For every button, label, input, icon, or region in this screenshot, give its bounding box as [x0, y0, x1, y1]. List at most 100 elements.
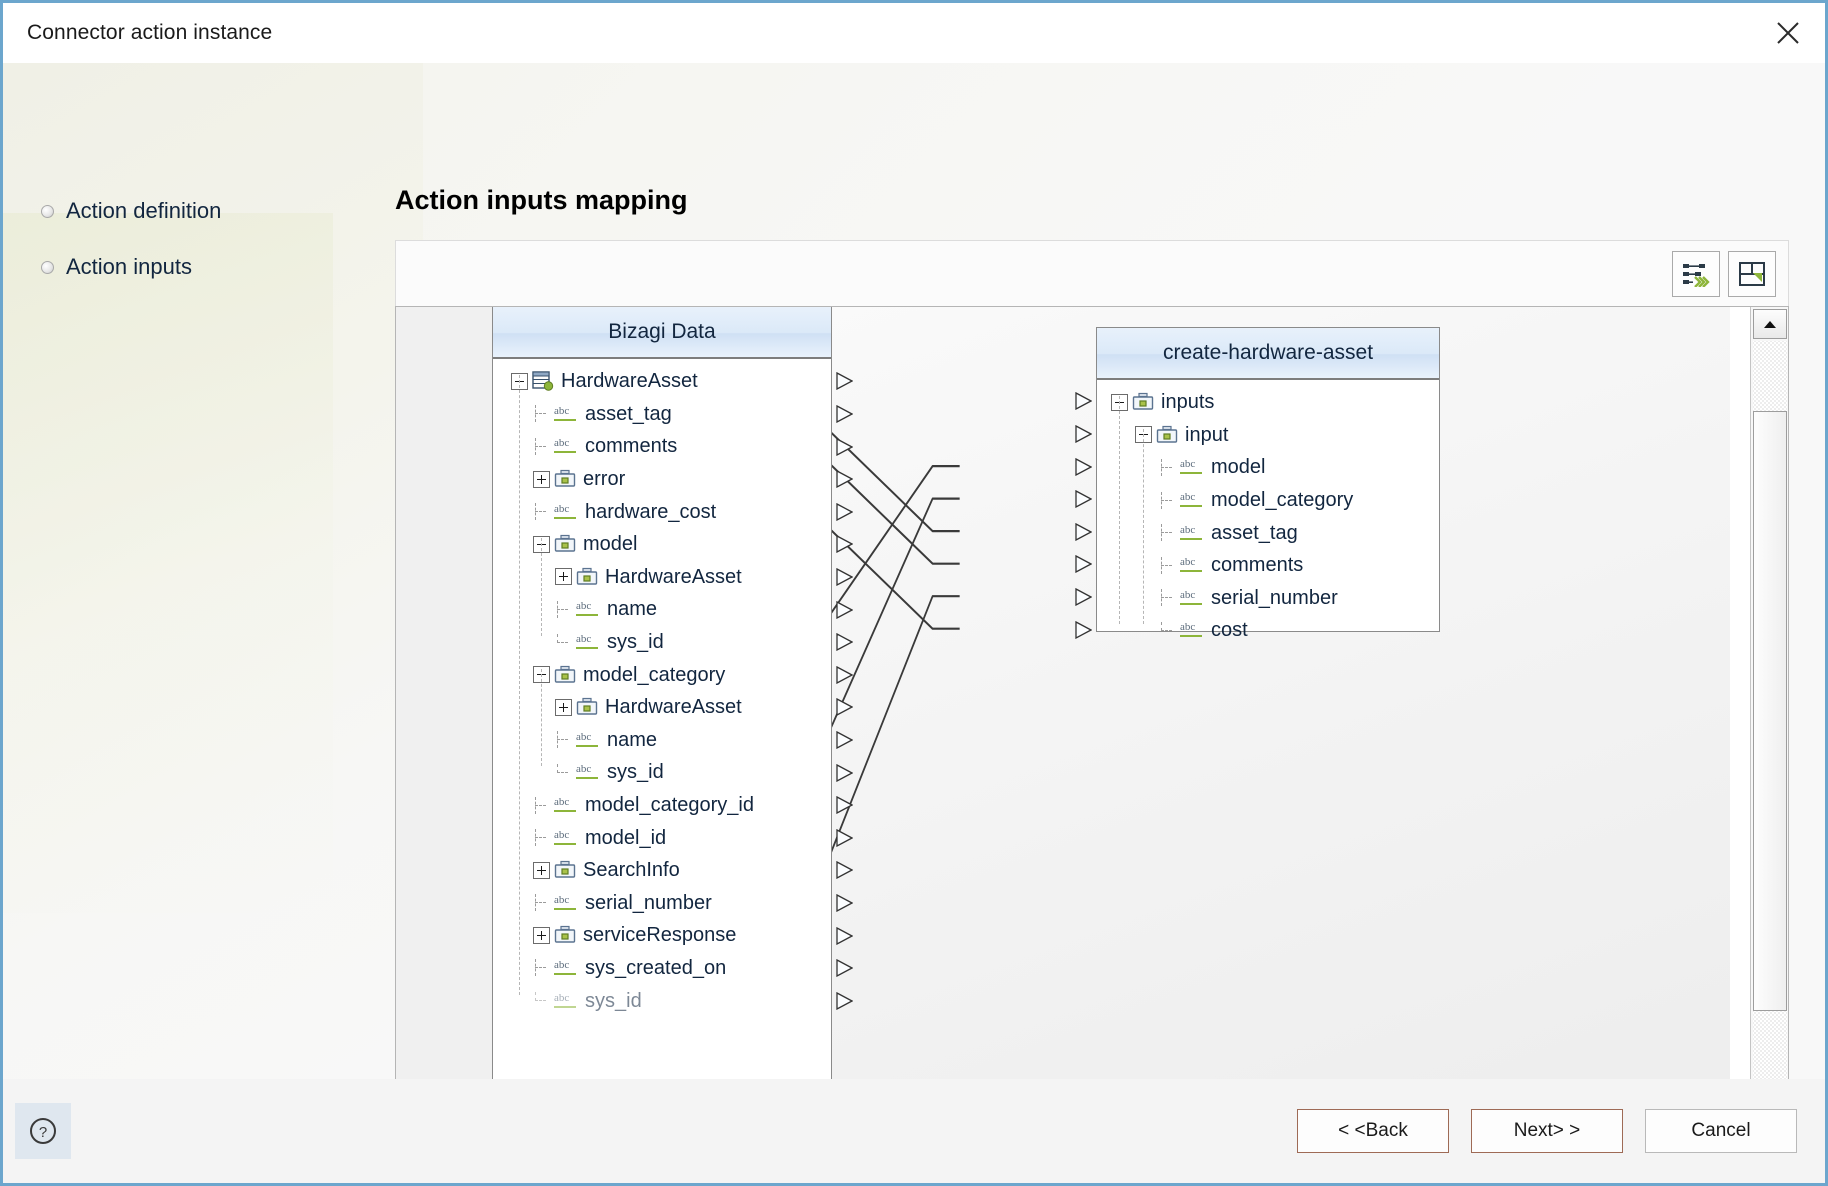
- tree-node[interactable]: error: [493, 463, 831, 496]
- source-connector-arrow[interactable]: [836, 633, 853, 652]
- target-tree-header: create-hardware-asset: [1097, 328, 1439, 380]
- source-connector-arrow[interactable]: [836, 828, 853, 847]
- tree-node-label: HardwareAsset: [561, 370, 698, 393]
- source-connector-arrow[interactable]: [836, 991, 853, 1010]
- tree-branch-line: [533, 437, 550, 455]
- tree-node-label: model_category: [1211, 489, 1354, 512]
- next-button[interactable]: Next> >: [1471, 1109, 1623, 1153]
- target-connector-arrow[interactable]: [1075, 555, 1092, 574]
- abc-icon: abc: [576, 763, 600, 780]
- tree-node[interactable]: abc asset_tag: [493, 398, 831, 431]
- tree-node[interactable]: abc sys_id: [493, 756, 831, 789]
- source-connector-arrow[interactable]: [836, 730, 853, 749]
- tree-node-label: error: [583, 468, 626, 491]
- source-connector-arrow[interactable]: [836, 502, 853, 521]
- scrollbar-thumb[interactable]: [1753, 411, 1787, 1011]
- source-connector-arrow[interactable]: [836, 893, 853, 912]
- tree-node-label: sys_id: [607, 761, 664, 784]
- source-connector-arrow[interactable]: [836, 698, 853, 717]
- tree-node[interactable]: abc model_category_id: [493, 789, 831, 822]
- tree-node[interactable]: abc cost: [1097, 614, 1439, 647]
- source-connector-arrow[interactable]: [836, 861, 853, 880]
- tree-node-label: serviceResponse: [583, 924, 737, 947]
- tree-node[interactable]: HardwareAsset: [493, 365, 831, 398]
- auto-map-button[interactable]: [1672, 250, 1720, 297]
- abc-icon: abc: [576, 633, 600, 650]
- tree-node[interactable]: abc sys_id: [493, 984, 831, 1017]
- tree-node[interactable]: abc asset_tag: [1097, 516, 1439, 549]
- briefcase-icon: [554, 860, 576, 880]
- tree-branch-line: [555, 600, 572, 618]
- tree-node[interactable]: HardwareAsset: [493, 561, 831, 594]
- cancel-button[interactable]: Cancel: [1645, 1109, 1797, 1153]
- scroll-up-icon[interactable]: [1753, 309, 1787, 339]
- vertical-scrollbar[interactable]: [1750, 307, 1788, 1079]
- tree-node[interactable]: abc sys_created_on: [493, 952, 831, 985]
- back-button[interactable]: < <Back: [1297, 1109, 1449, 1153]
- expand-toggle[interactable]: [533, 926, 550, 944]
- tree-node[interactable]: abc model_id: [493, 821, 831, 854]
- source-connector-arrow[interactable]: [836, 535, 853, 554]
- tree-branch-line: [1159, 589, 1176, 607]
- tree-node[interactable]: abc hardware_cost: [493, 495, 831, 528]
- tree-node[interactable]: abc serial_number: [493, 887, 831, 920]
- target-connector-arrow[interactable]: [1075, 424, 1092, 443]
- expand-toggle[interactable]: [555, 568, 572, 586]
- tree-node[interactable]: serviceResponse: [493, 919, 831, 952]
- close-icon[interactable]: [1765, 11, 1811, 55]
- tree-branch-line: [1159, 621, 1176, 639]
- tree-node[interactable]: abc model: [1097, 451, 1439, 484]
- tree-node-label: model_category: [583, 663, 726, 686]
- tree-node[interactable]: input: [1097, 419, 1439, 452]
- tree-branch-line: [533, 405, 550, 423]
- tree-node-label: name: [607, 598, 658, 621]
- source-connector-arrow[interactable]: [836, 404, 853, 423]
- source-connector-arrow[interactable]: [836, 763, 853, 782]
- target-connector-arrow[interactable]: [1075, 490, 1092, 509]
- tree-node[interactable]: abc name: [493, 593, 831, 626]
- expand-toggle[interactable]: [533, 861, 550, 879]
- tree-node[interactable]: abc model_category: [1097, 484, 1439, 517]
- target-tree-panel: create-hardware-asset inputs input abc mode…: [1096, 327, 1440, 640]
- expand-toggle[interactable]: [555, 698, 572, 716]
- tree-node[interactable]: HardwareAsset: [493, 691, 831, 724]
- source-connector-arrow[interactable]: [836, 437, 853, 456]
- target-connector-arrow[interactable]: [1075, 620, 1092, 639]
- tree-node-label: model: [583, 533, 638, 556]
- source-connector-arrow[interactable]: [836, 567, 853, 586]
- tree-node[interactable]: abc comments: [1097, 549, 1439, 582]
- tree-branch-line: [1159, 556, 1176, 574]
- tree-node-label: sys_created_on: [585, 956, 727, 979]
- source-connector-arrow[interactable]: [836, 959, 853, 978]
- briefcase-icon: [1156, 425, 1178, 445]
- expand-layout-button[interactable]: [1728, 250, 1776, 297]
- help-icon[interactable]: ?: [15, 1103, 71, 1159]
- sidebar-item-label: Action inputs: [66, 254, 192, 279]
- tree-indent-guide: [1119, 396, 1120, 625]
- tree-node[interactable]: abc name: [493, 724, 831, 757]
- tree-node[interactable]: abc sys_id: [493, 626, 831, 659]
- target-connector-arrow[interactable]: [1075, 392, 1092, 411]
- source-connector-arrow[interactable]: [836, 796, 853, 815]
- source-connector-arrow[interactable]: [836, 372, 853, 391]
- tree-node-label: hardware_cost: [585, 500, 717, 523]
- source-connector-arrow[interactable]: [836, 665, 853, 684]
- sidebar-item-action-inputs[interactable]: Action inputs: [41, 254, 395, 280]
- target-connector-arrow[interactable]: [1075, 587, 1092, 606]
- sidebar-item-action-definition[interactable]: Action definition: [41, 198, 395, 224]
- target-connector-arrow[interactable]: [1075, 522, 1092, 541]
- tree-node[interactable]: SearchInfo: [493, 854, 831, 887]
- briefcase-icon: [554, 469, 576, 489]
- tree-node[interactable]: model: [493, 528, 831, 561]
- tree-node-label: model: [1211, 456, 1266, 479]
- source-connector-arrow[interactable]: [836, 600, 853, 619]
- tree-node[interactable]: inputs: [1097, 386, 1439, 419]
- expand-toggle[interactable]: [533, 470, 550, 488]
- tree-node[interactable]: model_category: [493, 658, 831, 691]
- source-connector-arrow[interactable]: [836, 470, 853, 489]
- abc-icon: abc: [554, 503, 578, 520]
- source-connector-arrow[interactable]: [836, 926, 853, 945]
- target-connector-arrow[interactable]: [1075, 457, 1092, 476]
- tree-node[interactable]: abc comments: [493, 430, 831, 463]
- tree-node[interactable]: abc serial_number: [1097, 582, 1439, 615]
